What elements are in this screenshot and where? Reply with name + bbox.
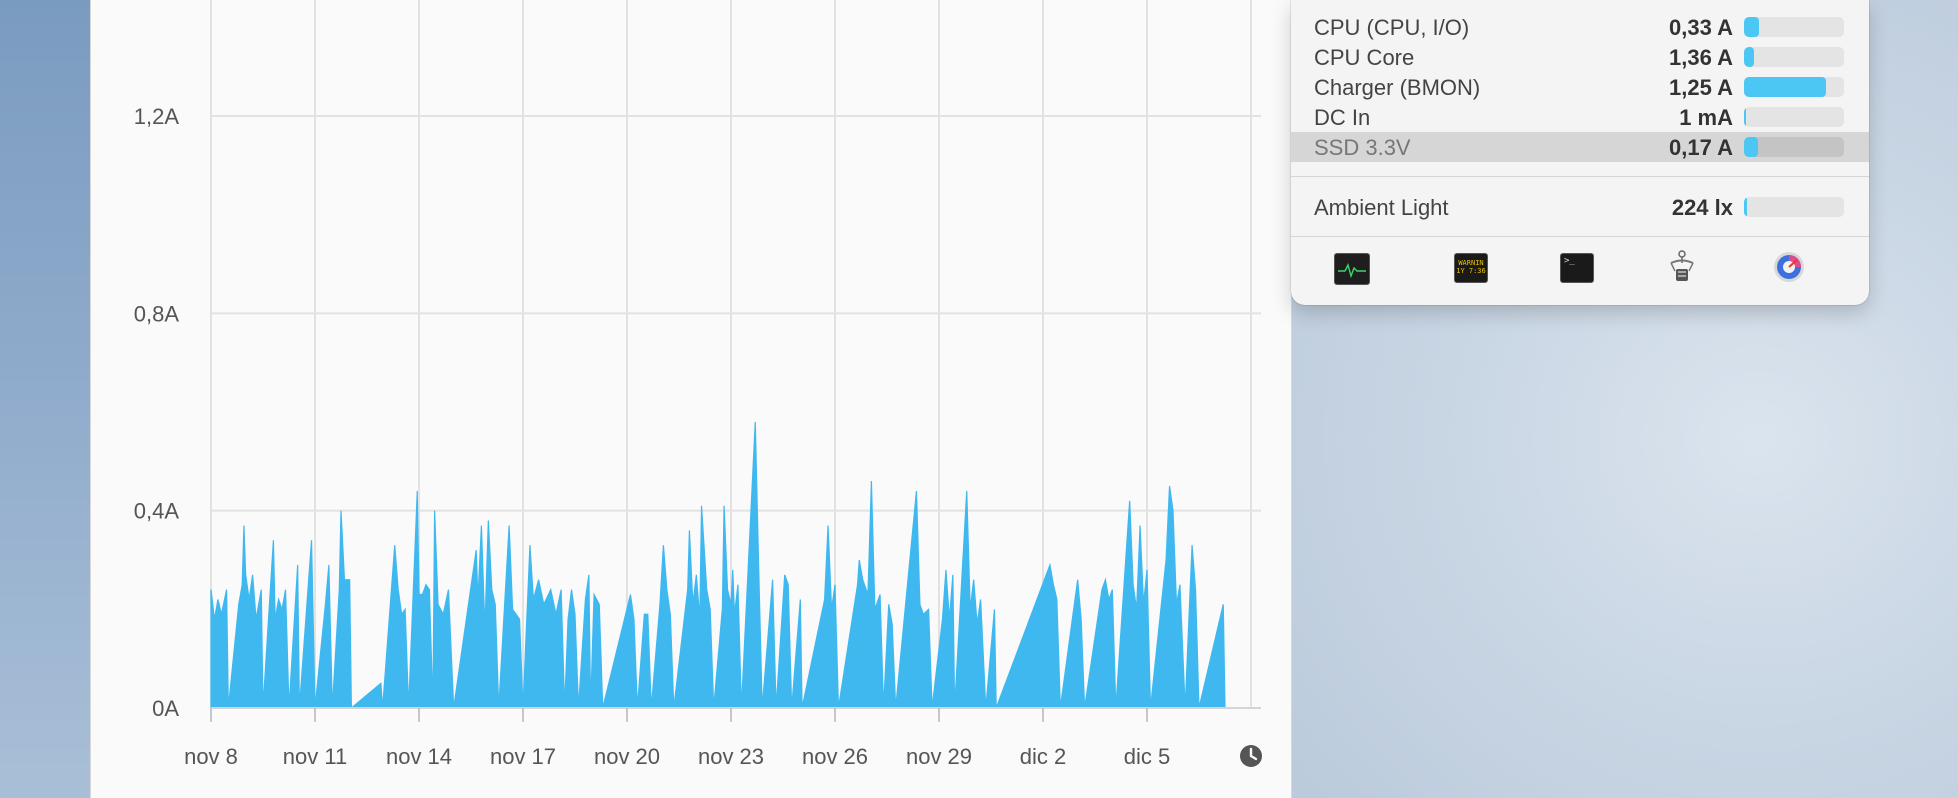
sensor-level-bar — [1744, 17, 1844, 37]
sensor-value: 0,17 A — [1668, 135, 1733, 160]
current-history-chart: 1,2A 0,8A 0,4A 0Anov 8 nov 11 nov 14 nov 17 nov… — [134, 0, 1261, 769]
console-icon-text: WARNIN — [1458, 259, 1484, 267]
x-tick-label: dic 2 — [1020, 744, 1066, 769]
x-tick-label: nov 20 — [594, 744, 660, 769]
sensor-label: SSD 3.3V — [1314, 135, 1411, 160]
sensor-level-bar — [1744, 137, 1844, 157]
x-tick-label: nov 14 — [386, 744, 452, 769]
x-tick-label: nov 11 — [283, 744, 347, 769]
sensor-value: 0,33 A — [1668, 15, 1733, 40]
ambient-light-bar — [1744, 197, 1844, 217]
divider — [1291, 236, 1869, 237]
console-icon[interactable]: WARNIN 1Y 7:36 — [1454, 253, 1488, 283]
x-tick-label: dic 5 — [1124, 744, 1170, 769]
sensor-row[interactable]: Charger (BMON) 1,25 A — [1291, 72, 1869, 102]
sensor-label: Charger (BMON) — [1314, 75, 1481, 100]
x-tick-label: nov 23 — [698, 744, 764, 769]
y-tick-label: 0,4A — [134, 499, 180, 524]
console-icon-text: 1Y 7:36 — [1456, 267, 1486, 275]
x-tick-label: nov 17 — [490, 744, 556, 769]
sensor-label: CPU Core — [1314, 45, 1415, 70]
sensor-row-selected[interactable]: SSD 3.3V 0,17 A — [1291, 132, 1869, 162]
history-chart-window: 1,2A 0,8A 0,4A 0A nov 8 nov 11 nov 14 nov 17 nov… — [90, 0, 1292, 798]
sensor-label: DC In — [1314, 105, 1371, 130]
sensor-value: 1,25 A — [1668, 75, 1733, 100]
ambient-light-row[interactable]: Ambient Light 224 lx — [1291, 192, 1869, 222]
ambient-light-value: 224 lx — [1671, 195, 1733, 220]
sensor-value: 1 mA — [1679, 105, 1733, 130]
sensor-row[interactable]: CPU (CPU, I/O) 0,33 A — [1291, 12, 1869, 42]
sensor-level-bar — [1744, 107, 1844, 127]
sensor-row[interactable]: CPU Core 1,36 A — [1291, 42, 1869, 72]
sensor-level-bar — [1744, 47, 1844, 67]
sensor-label: CPU (CPU, I/O) — [1314, 15, 1470, 40]
istat-menus-icon[interactable] — [1772, 252, 1806, 283]
series-area — [210, 421, 1226, 710]
y-tick-label: 0,8A — [134, 301, 180, 326]
sensor-popover: CPU (CPU, I/O) 0,33 A CPU Core 1,36 A Ch… — [1291, 0, 1869, 305]
sensor-level-bar — [1744, 77, 1844, 97]
terminal-prompt: >_ — [1564, 256, 1575, 266]
system-information-icon[interactable] — [1665, 250, 1699, 283]
ambient-light-label: Ambient Light — [1314, 195, 1449, 220]
x-tick-label: nov 26 — [802, 744, 868, 769]
divider — [1291, 176, 1869, 177]
x-tick-label: nov 29 — [906, 744, 972, 769]
y-tick-label: 1,2A — [134, 104, 180, 129]
x-tick-label: nov 8 — [184, 744, 238, 769]
clock-icon[interactable] — [1239, 744, 1263, 768]
sensor-value: 1,36 A — [1668, 45, 1733, 70]
sensor-row[interactable]: DC In 1 mA — [1291, 102, 1869, 132]
desktop-wallpaper-left — [0, 0, 92, 798]
activity-monitor-icon[interactable] — [1334, 253, 1370, 285]
terminal-icon[interactable]: >_ — [1560, 253, 1594, 283]
y-tick-label: 0A — [152, 696, 179, 721]
